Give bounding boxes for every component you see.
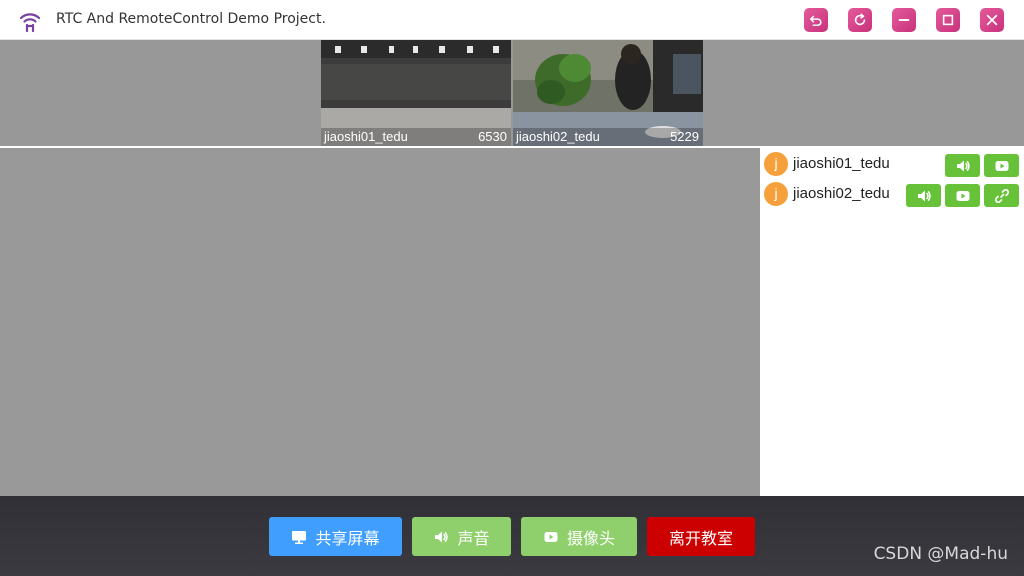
sound-button[interactable]: 声音 [412,517,511,556]
speaker-icon [435,531,449,542]
leave-classroom-label: 离开教室 [668,528,733,548]
video-count: 5229 [670,129,699,144]
video-play-icon [956,190,969,201]
title-bar: RTC And RemoteControl Demo Project. [0,0,1024,40]
leave-classroom-button[interactable]: 离开教室 [647,517,755,556]
share-screen-label: 共享屏幕 [315,528,380,548]
minimize-button[interactable] [892,8,916,32]
share-screen-button[interactable]: 共享屏幕 [269,517,402,556]
sound-label: 声音 [457,528,490,548]
avatar: j [764,182,788,206]
video-strip: jiaoshi01_tedu 6530 jiaoshi02_tedu 5229 [0,40,1024,148]
refresh-button[interactable] [848,8,872,32]
app-title: RTC And RemoteControl Demo Project. [56,11,326,27]
user-name: jiaoshi01_tedu [793,155,890,172]
close-button[interactable] [980,8,1004,32]
user-camera-button[interactable] [984,154,1019,177]
wifi-signal-icon [18,9,42,33]
maximize-button[interactable] [936,8,960,32]
close-icon [986,14,998,26]
refresh-icon [854,13,866,26]
video-user-name: jiaoshi02_tedu [516,129,600,144]
maximize-icon [942,14,954,26]
avatar: j [764,152,788,176]
user-link-button[interactable] [984,184,1019,207]
video-count: 6530 [478,129,507,144]
video-thumbnail[interactable]: jiaoshi02_tedu 5229 [513,40,703,146]
video-play-icon [544,531,558,542]
camera-label: 摄像头 [566,528,615,548]
minimize-icon [898,19,910,21]
user-list-panel: j jiaoshi01_tedu j jiaoshi02_tedu [760,148,1024,496]
video-thumbnail[interactable]: jiaoshi01_tedu 6530 [321,40,511,146]
video-play-icon [995,160,1008,171]
undo-icon [809,15,822,27]
bottom-toolbar: 共享屏幕 声音 摄像头 离开教室 CSDN @Mad-hu [0,496,1024,576]
monitor-icon [292,530,307,544]
user-audio-button[interactable] [906,184,941,207]
back-button[interactable] [804,8,828,32]
user-list-item: j jiaoshi02_tedu [764,181,1020,207]
link-icon [994,188,1009,203]
user-camera-button[interactable] [945,184,980,207]
camera-button[interactable]: 摄像头 [521,517,637,556]
user-audio-button[interactable] [945,154,980,177]
user-list-item: j jiaoshi01_tedu [764,151,1020,177]
watermark: CSDN @Mad-hu [873,544,1008,564]
speaker-icon [956,160,970,171]
video-user-name: jiaoshi01_tedu [324,129,408,144]
main-video-area [0,148,760,496]
speaker-icon [917,190,931,201]
user-name: jiaoshi02_tedu [793,185,890,202]
